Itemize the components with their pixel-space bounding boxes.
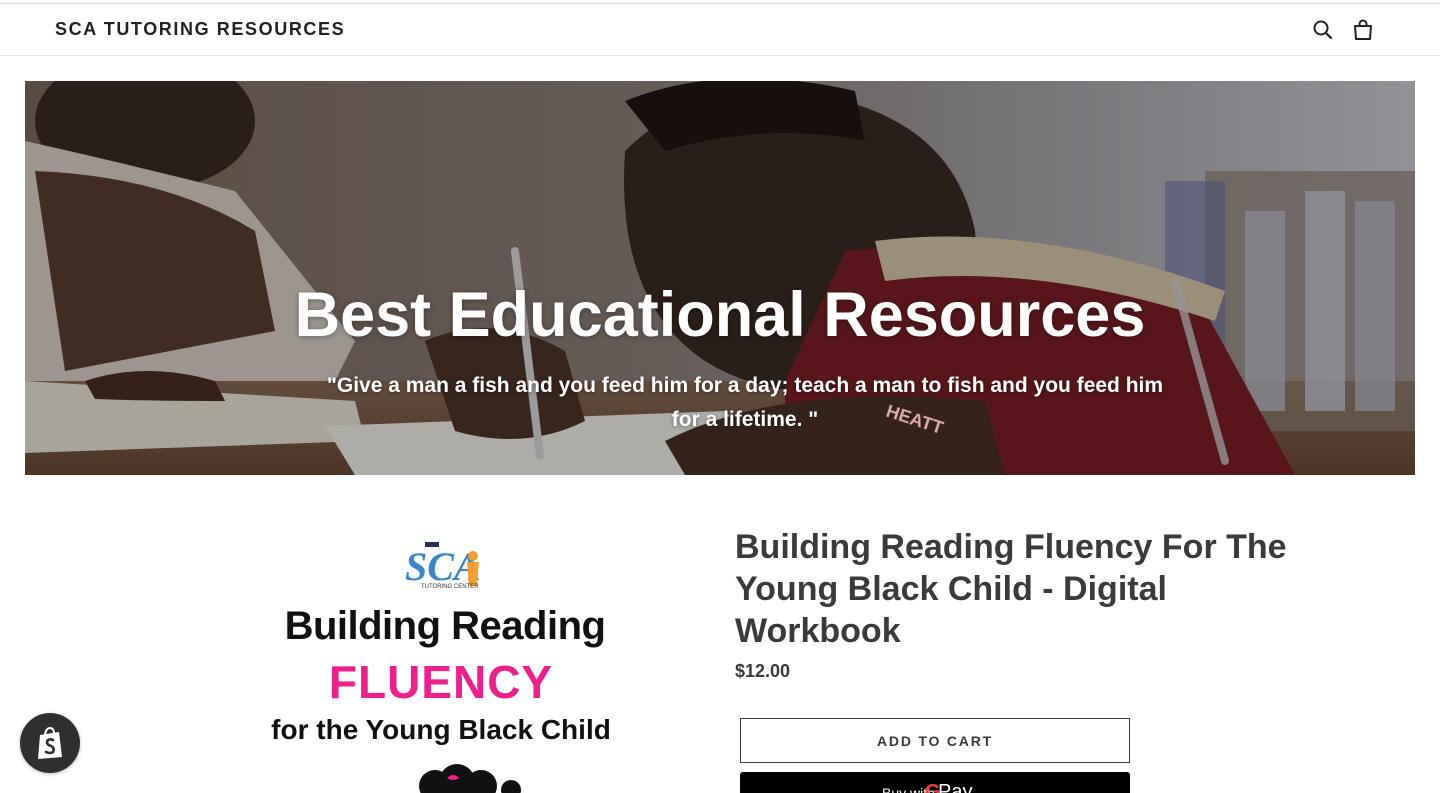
product-title: Building Reading Fluency For The Young B… <box>735 528 1287 650</box>
hero-title: Best Educational Resources <box>294 280 1146 350</box>
shopify-badge[interactable] <box>20 713 80 773</box>
sca-logo: SCA TUTORING CENTER <box>405 542 481 590</box>
hero-quote: "Give a man a fish and you feed him for … <box>326 374 1164 431</box>
cart-icon[interactable] <box>1351 18 1375 42</box>
cover-fluency: FLUENCY <box>328 656 554 708</box>
search-icon[interactable] <box>1311 18 1335 42</box>
cover-subheading: for the Young Black Child <box>271 714 611 745</box>
hero-banner: HEATT Best Educational Resources "Give a… <box>25 81 1415 475</box>
product-image[interactable]: SCA TUTORING CENTER Building Reading FLU… <box>245 520 645 793</box>
google-pay-button[interactable]: Buy with G Pay <box>740 772 1130 793</box>
site-header: SCA TUTORING RESOURCES <box>0 4 1440 56</box>
child-illustration <box>419 764 521 793</box>
shopify-bag-icon <box>38 726 62 759</box>
product-price: $12.00 <box>735 661 791 681</box>
site-title-link[interactable]: SCA TUTORING RESOURCES <box>55 19 345 40</box>
cover-heading: Building Reading <box>284 604 606 648</box>
add-to-cart-button[interactable]: ADD TO CART <box>740 718 1130 763</box>
svg-text:TUTORING CENTER: TUTORING CENTER <box>421 584 479 590</box>
gpay-word: Pay <box>938 781 973 793</box>
